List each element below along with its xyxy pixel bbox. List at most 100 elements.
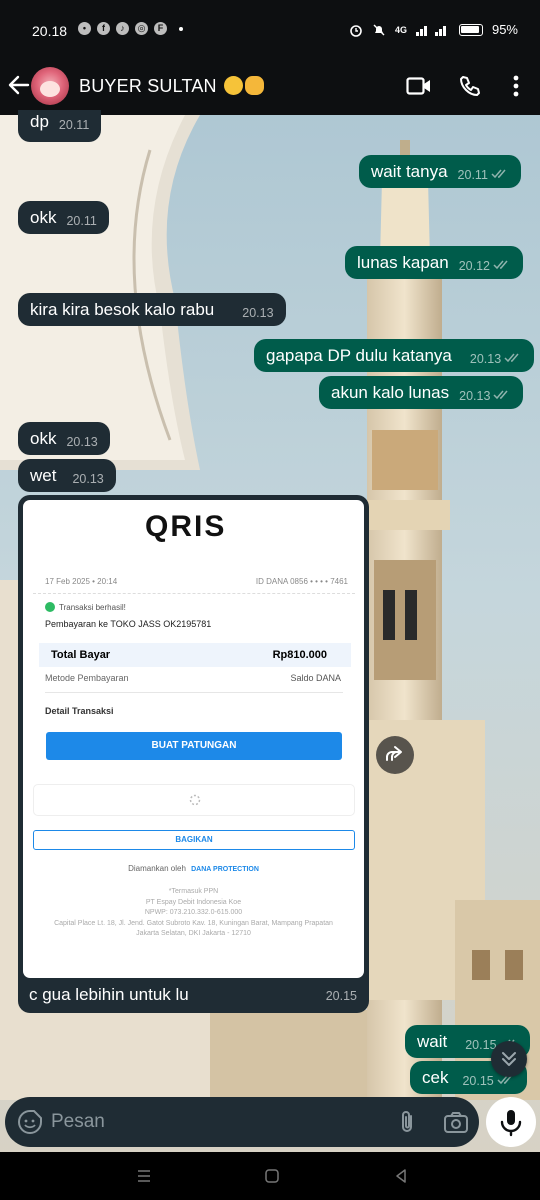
voice-message-button[interactable]	[486, 1097, 536, 1147]
money-face-emoji	[223, 76, 243, 95]
payment-receipt-image[interactable]: QRIS 17 Feb 2025 • 20:14 ID DANA 0856 • …	[23, 500, 364, 978]
message-time: 20.15	[325, 989, 357, 1003]
footer-line: *Termasuk PPN	[168, 888, 219, 895]
message-bubble-in[interactable]: okk 20.13	[18, 422, 110, 455]
more-options-icon[interactable]	[512, 75, 520, 97]
alarm-icon	[350, 24, 362, 37]
divider	[45, 692, 343, 693]
system-icons: 4G 95%	[349, 22, 518, 37]
total-value: Rp810.000	[272, 649, 327, 661]
detail-label: Detail Transaksi	[45, 706, 114, 716]
message-text: okk	[30, 208, 57, 227]
message-text: cek	[422, 1068, 449, 1087]
contact-name-row[interactable]: BUYER SULTAN	[79, 76, 264, 97]
message-text: lunas kapan	[357, 253, 449, 272]
scroll-to-bottom-button[interactable]	[491, 1041, 527, 1077]
read-ticks-icon	[504, 353, 519, 363]
app-f-icon: F	[154, 22, 167, 35]
message-bubble-in[interactable]: okk 20.11	[18, 201, 109, 234]
message-bubble-out[interactable]: gapapa DP dulu katanya 20.13	[254, 339, 535, 372]
message-text: wait tanya	[371, 162, 448, 181]
image-message[interactable]: QRIS 17 Feb 2025 • 20:14 ID DANA 0856 • …	[18, 495, 369, 1013]
message-time: 20.13	[459, 389, 491, 403]
create-split-button: BUAT PATUNGAN	[46, 732, 342, 760]
camera-icon[interactable]	[443, 1110, 469, 1134]
message-text: wait	[417, 1032, 448, 1051]
notification-icons: • f ♪ ◎ F	[78, 22, 183, 35]
more-notifications-dot	[179, 26, 183, 31]
recent-apps-icon[interactable]	[136, 1168, 152, 1184]
tiktok-icon: ♪	[116, 22, 129, 35]
back-nav-icon[interactable]	[393, 1168, 409, 1184]
share-button: BAGIKAN	[33, 830, 355, 850]
receipt-status: Transaksi berhasil!	[45, 602, 126, 612]
status-time: 20.18	[32, 23, 68, 39]
voice-call-icon[interactable]	[459, 75, 481, 97]
receipt-status-text: Transaksi berhasil!	[59, 603, 126, 612]
receipt-card: Transaksi berhasil! Pembayaran ke TOKO J…	[33, 593, 355, 771]
secured-by-text: Diamankan oleh	[128, 864, 186, 873]
message-text: wet	[30, 466, 57, 485]
receipt-total-row: Total Bayar Rp810.000	[39, 643, 351, 667]
battery-level: 95%	[491, 22, 518, 37]
receipt-dana-id: ID DANA 0856 • • • • 7461	[255, 577, 348, 586]
contact-name: BUYER SULTAN	[79, 76, 217, 96]
palms-up-emoji	[244, 76, 264, 95]
read-ticks-icon	[493, 390, 508, 400]
chat-header: BUYER SULTAN	[0, 60, 540, 115]
battery-icon	[458, 23, 483, 36]
forward-button[interactable]	[376, 736, 414, 774]
app-notification-icon: •	[78, 22, 91, 35]
footer-line: Capital Place Lt. 18, Jl. Jend. Gatot Su…	[54, 919, 333, 927]
forward-icon	[386, 746, 402, 761]
double-chevron-down-icon	[502, 1052, 516, 1066]
message-bubble-out[interactable]: lunas kapan 20.12	[345, 246, 523, 279]
total-label: Total Bayar	[51, 649, 111, 661]
message-bubble-in[interactable]: wet 20.13	[18, 459, 116, 492]
message-text: okk	[30, 429, 57, 448]
sticker-icon[interactable]	[17, 1109, 43, 1135]
qris-logo: QRIS	[145, 510, 227, 543]
message-time: 20.13	[242, 306, 274, 320]
message-list: dp 20.11 wait tanya 20.11 okk 20.11 lunas k…	[0, 110, 540, 1095]
message-bubble-out[interactable]: wait tanya 20.11	[359, 155, 521, 188]
message-bubble-in[interactable]: dp 20.11	[18, 110, 102, 142]
message-time: 20.12	[458, 259, 490, 273]
read-ticks-icon	[493, 260, 508, 270]
image-caption: c gua lebihin untuk lu	[29, 985, 189, 1004]
contact-avatar[interactable]	[31, 67, 69, 105]
message-text: akun kalo lunas	[331, 383, 450, 402]
message-time: 20.13	[469, 352, 502, 366]
receipt-merchant: Pembayaran ke TOKO JASS OK2195781	[45, 619, 212, 629]
receipt-date: 17 Feb 2025 • 20:14	[45, 577, 118, 586]
signal-icon	[415, 25, 446, 36]
spinner-icon	[189, 794, 201, 806]
read-ticks-icon	[491, 169, 506, 179]
footer-line: PT Espay Debit Indonesia Koe	[145, 898, 242, 906]
message-time: 20.11	[58, 118, 90, 132]
method-label: Metode Pembayaran	[45, 673, 129, 683]
message-bubble-out[interactable]: akun kalo lunas 20.13	[319, 376, 524, 409]
message-text: kira kira besok kalo rabu	[30, 300, 215, 319]
message-time: 20.13	[66, 435, 98, 449]
instagram-icon: ◎	[135, 22, 148, 35]
attach-icon[interactable]	[396, 1109, 418, 1135]
message-bubble-in[interactable]: kira kira besok kalo rabu 20.13	[18, 293, 286, 326]
message-text: dp	[30, 112, 49, 131]
mute-icon	[373, 24, 385, 35]
video-call-icon[interactable]	[406, 76, 432, 96]
microphone-icon	[500, 1110, 522, 1137]
facebook-icon: f	[97, 22, 110, 35]
secured-by: Diamankan oleh DANA PROTECTION	[23, 864, 364, 873]
back-arrow-icon[interactable]	[6, 72, 32, 98]
message-time: 20.11	[457, 168, 488, 182]
screen: 20.18 • f ♪ ◎ F 4G 95% BUYER SULTAN dp 2…	[0, 0, 540, 1200]
system-navigation-bar	[0, 1152, 540, 1200]
home-icon[interactable]	[264, 1168, 280, 1184]
message-time: 20.15	[462, 1074, 494, 1088]
network-type: 4G	[394, 24, 407, 35]
message-time: 20.13	[72, 472, 104, 486]
message-composer	[5, 1097, 479, 1147]
receipt-footer: *Termasuk PPN PT Espay Debit Indonesia K…	[43, 887, 344, 940]
message-input[interactable]	[51, 1109, 371, 1135]
